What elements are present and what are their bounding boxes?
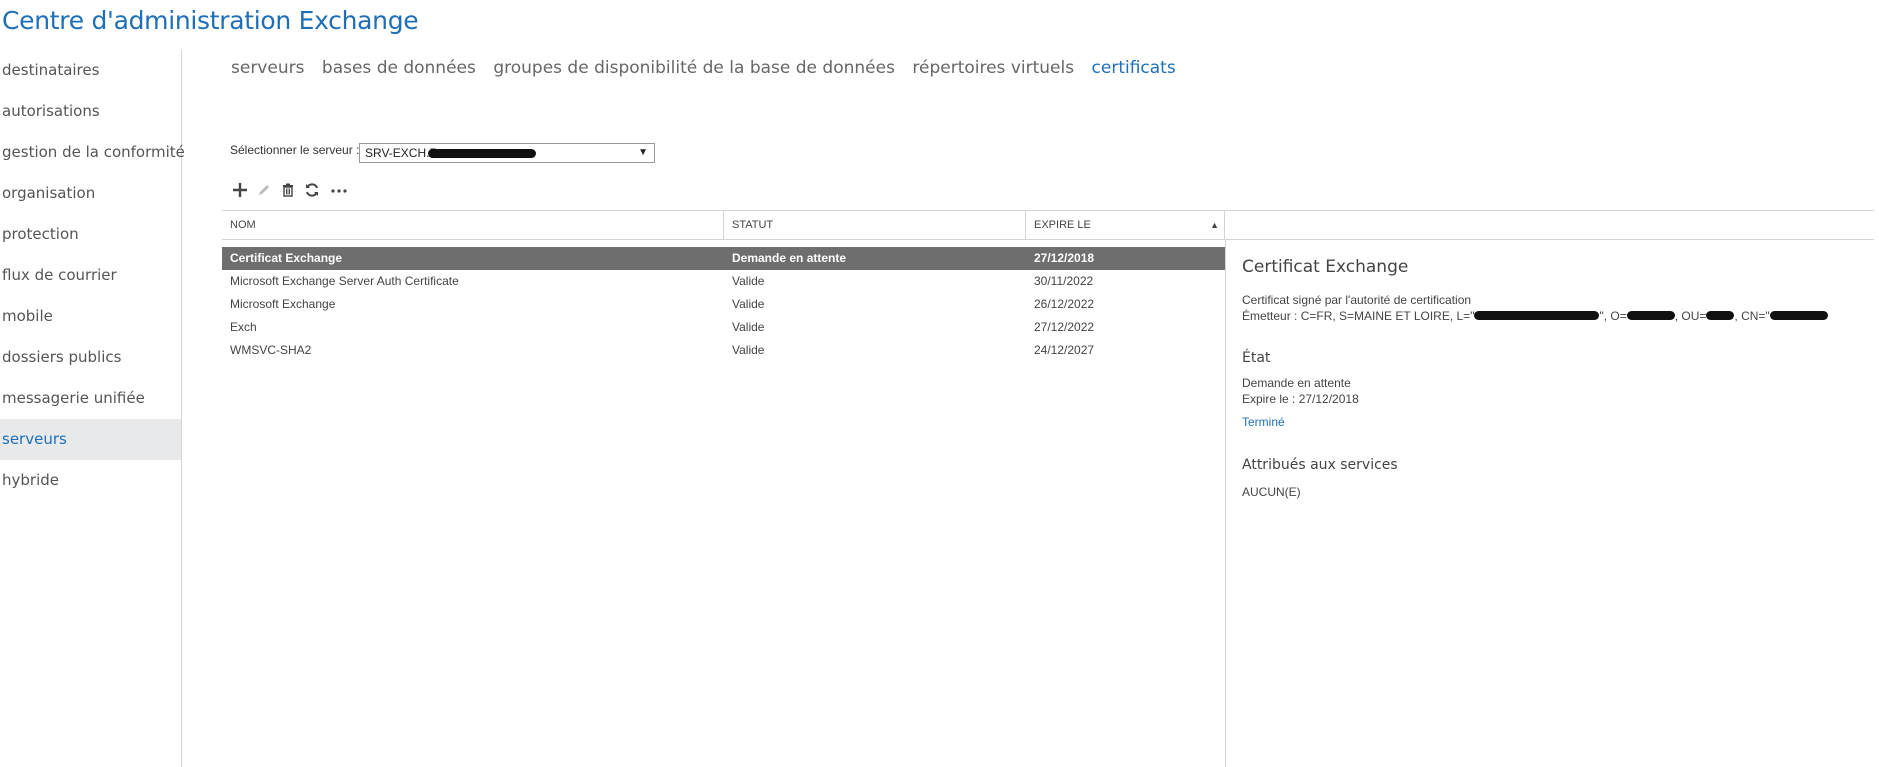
sidebar-item-serveurs[interactable]: serveurs — [0, 419, 181, 460]
tab-bases-de-donnees[interactable]: bases de données — [322, 58, 476, 78]
sidebar-item-gestion-conformite[interactable]: gestion de la conformité — [0, 132, 185, 173]
redaction-mark — [1706, 311, 1735, 320]
table-row[interactable]: Microsoft Exchange Valide 26/12/2022 — [222, 293, 1225, 316]
services-heading: Attribués aux services — [1242, 457, 1398, 473]
sidebar-item-destinataires[interactable]: destinataires — [0, 50, 181, 91]
sidebar-item-autorisations[interactable]: autorisations — [0, 91, 181, 132]
expires-value: Expire le : 27/12/2018 — [1242, 392, 1359, 406]
tab-repertoires-virtuels[interactable]: répertoires virtuels — [912, 58, 1074, 78]
sidebar-nav: destinataires autorisations gestion de l… — [0, 50, 185, 767]
complete-link[interactable]: Terminé — [1242, 415, 1285, 429]
top-tabs: serveurs bases de données groupes de dis… — [231, 58, 1189, 78]
list-header: NOM STATUT EXPIRE LE ▲ — [222, 210, 1874, 240]
certificate-list: Certificat Exchange Demande en attente 2… — [222, 247, 1225, 362]
cell-status: Valide — [732, 297, 765, 311]
server-select-label: Sélectionner le serveur : — [230, 143, 360, 157]
issuer-o: ", O= — [1599, 309, 1627, 323]
detail-pane: Certificat Exchange Certificat signé par… — [1225, 240, 1879, 767]
tab-serveurs[interactable]: serveurs — [231, 58, 304, 78]
tab-groupes-disponibilite[interactable]: groupes de disponibilité de la base de d… — [493, 58, 895, 78]
cell-status: Demande en attente — [732, 251, 847, 265]
delete-icon[interactable] — [278, 180, 298, 200]
refresh-icon[interactable] — [302, 180, 322, 200]
cell-status: Valide — [732, 320, 765, 334]
sidebar-item-dossiers-publics[interactable]: dossiers publics — [0, 337, 181, 378]
sidebar-item-flux-de-courrier[interactable]: flux de courrier — [0, 255, 181, 296]
tab-certificats[interactable]: certificats — [1092, 58, 1176, 78]
more-icon[interactable] — [329, 180, 349, 200]
cell-name: Microsoft Exchange — [230, 297, 336, 311]
cell-expires: 27/12/2018 — [1034, 251, 1095, 265]
column-header-nom[interactable]: NOM — [222, 211, 724, 239]
state-heading: État — [1242, 350, 1271, 366]
cell-status: Valide — [732, 274, 765, 288]
issuer-cn: , CN=" — [1734, 309, 1770, 323]
add-icon[interactable] — [230, 180, 250, 200]
detail-issuer: Émetteur : C=FR, S=MAINE ET LOIRE, L=" ",… — [1242, 309, 1828, 323]
issuer-prefix: Émetteur : C=FR, S=MAINE ET LOIRE, L=" — [1242, 309, 1475, 323]
cell-name: Exch — [230, 320, 257, 334]
table-row[interactable]: Certificat Exchange Demande en attente 2… — [222, 247, 1225, 270]
state-value: Demande en attente — [1242, 376, 1351, 390]
table-row[interactable]: Microsoft Exchange Server Auth Certifica… — [222, 270, 1225, 293]
sidebar-item-protection[interactable]: protection — [0, 214, 181, 255]
sidebar-item-organisation[interactable]: organisation — [0, 173, 181, 214]
cell-name: WMSVC-SHA2 — [230, 343, 312, 357]
sort-ascending-icon: ▲ — [1210, 220, 1219, 230]
redaction-mark — [1626, 311, 1675, 320]
sidebar-item-hybride[interactable]: hybride — [0, 460, 181, 501]
sidebar-item-messagerie-unifiee[interactable]: messagerie unifiée — [0, 378, 181, 419]
column-header-statut[interactable]: STATUT — [724, 211, 1026, 239]
detail-title: Certificat Exchange — [1242, 257, 1409, 277]
redaction-mark — [428, 149, 536, 158]
services-value: AUCUN(E) — [1242, 485, 1301, 499]
redaction-mark — [1474, 311, 1600, 320]
redaction-mark — [1769, 311, 1828, 320]
chevron-down-icon: ▼ — [638, 147, 648, 158]
cell-expires: 24/12/2027 — [1034, 343, 1095, 357]
column-header-expire-le-label: EXPIRE LE — [1034, 219, 1091, 231]
detail-signed-by: Certificat signé par l'autorité de certi… — [1242, 293, 1472, 307]
cell-expires: 30/11/2022 — [1034, 274, 1094, 288]
table-row[interactable]: WMSVC-SHA2 Valide 24/12/2027 — [222, 339, 1225, 362]
column-header-expire-le[interactable]: EXPIRE LE ▲ — [1026, 211, 1225, 239]
server-select[interactable]: SRV-EXCH.R ▼ — [359, 143, 655, 163]
cell-expires: 26/12/2022 — [1034, 297, 1095, 311]
cell-name: Certificat Exchange — [230, 251, 343, 265]
issuer-ou: , OU= — [1674, 309, 1707, 323]
table-row[interactable]: Exch Valide 27/12/2022 — [222, 316, 1225, 339]
cell-expires: 27/12/2022 — [1034, 320, 1095, 334]
cell-status: Valide — [732, 343, 765, 357]
app-title: Centre d'administration Exchange — [2, 6, 419, 35]
sidebar-item-mobile[interactable]: mobile — [0, 296, 181, 337]
edit-icon[interactable] — [254, 180, 274, 200]
cell-name: Microsoft Exchange Server Auth Certifica… — [230, 274, 459, 288]
